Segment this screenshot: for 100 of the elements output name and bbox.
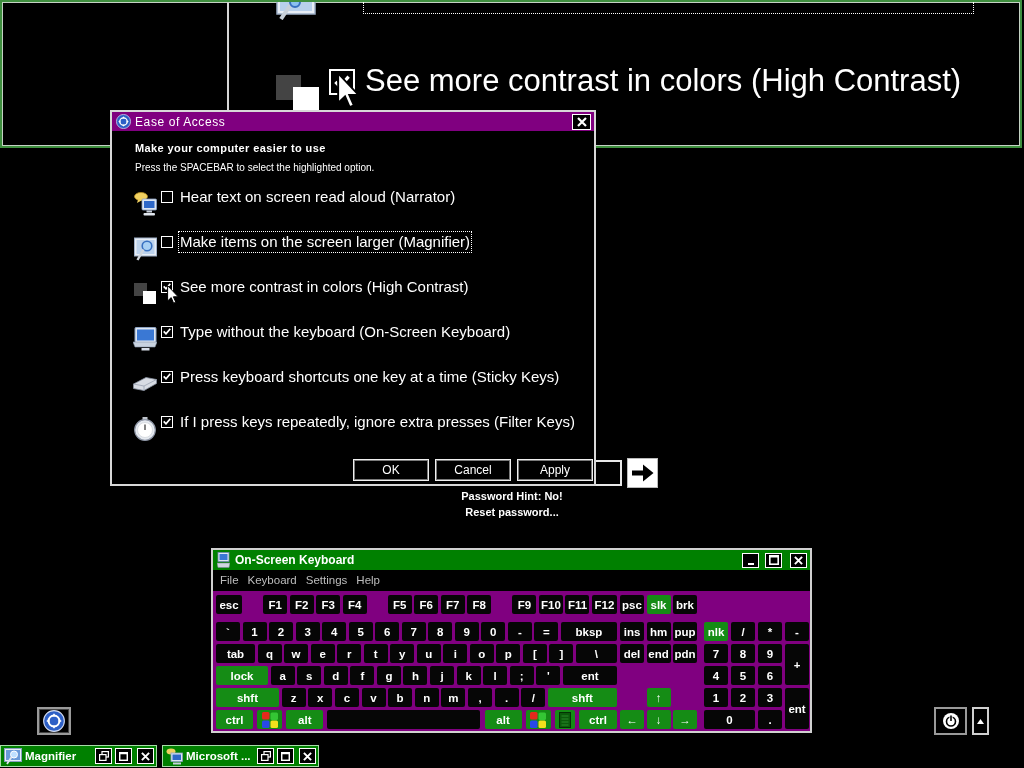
key[interactable]: t (363, 644, 388, 663)
key[interactable]: m (441, 688, 466, 707)
key[interactable]: bksp (560, 622, 617, 641)
maximize-button[interactable] (277, 748, 294, 764)
key[interactable]: F2 (289, 595, 314, 614)
close-button[interactable] (299, 748, 316, 764)
key[interactable]: ] (549, 644, 574, 663)
key[interactable]: F10 (538, 595, 563, 614)
key[interactable]: - (507, 622, 532, 641)
minimize-button[interactable] (742, 552, 759, 568)
checkbox[interactable] (161, 235, 173, 248)
key[interactable]: del (620, 644, 644, 663)
restore-button[interactable] (257, 748, 274, 764)
key[interactable]: q (257, 644, 282, 663)
checkbox[interactable] (161, 325, 173, 338)
key[interactable]: 3 (758, 688, 782, 707)
key[interactable]: F4 (342, 595, 367, 614)
key[interactable]: F1 (263, 595, 288, 614)
key[interactable]: tab (216, 644, 255, 663)
key[interactable]: u (416, 644, 441, 663)
power-button[interactable] (934, 707, 967, 735)
key[interactable]: 6 (375, 622, 400, 641)
dialog-button[interactable]: Cancel (435, 459, 511, 481)
submit-arrow-button[interactable] (627, 458, 658, 488)
option-label[interactable]: Hear text on screen read aloud (Narrator) (178, 185, 458, 208)
key[interactable]: esc (216, 595, 242, 614)
key[interactable]: 8 (428, 622, 453, 641)
key[interactable]: \ (575, 644, 617, 663)
taskbar-button[interactable]: Microsoft ... (162, 745, 319, 767)
option-label[interactable]: See more contrast in colors (High Contrast) (178, 275, 471, 298)
key[interactable]: brk (673, 595, 697, 614)
key[interactable]: slk (646, 595, 671, 614)
key[interactable]: F12 (591, 595, 617, 614)
restore-button[interactable] (95, 748, 112, 764)
checkbox[interactable] (161, 190, 173, 203)
key[interactable]: r (337, 644, 362, 663)
key[interactable]: a (270, 666, 295, 685)
key[interactable]: v (361, 688, 386, 707)
key[interactable]: 2 (731, 688, 755, 707)
key[interactable]: p (496, 644, 521, 663)
taskbar-button[interactable]: Magnifier (0, 745, 157, 767)
close-button[interactable] (137, 748, 154, 764)
key[interactable]: / (731, 622, 755, 641)
menu-item[interactable]: File (220, 574, 239, 586)
key[interactable]: h (403, 666, 428, 685)
key[interactable]: 7 (704, 644, 728, 663)
maximize-button[interactable] (765, 552, 782, 568)
dialog-button[interactable]: Apply (517, 459, 593, 481)
checkbox[interactable] (161, 415, 173, 428)
option-label[interactable]: Make items on the screen larger (Magnifier) (178, 230, 473, 253)
key[interactable]: x (308, 688, 333, 707)
key[interactable]: ent (562, 666, 617, 685)
key[interactable]: 0 (481, 622, 506, 641)
key[interactable]: ← (620, 710, 644, 729)
key[interactable]: 9 (758, 644, 782, 663)
key[interactable]: s (297, 666, 322, 685)
key[interactable]: ↑ (646, 688, 671, 707)
key[interactable]: 2 (269, 622, 294, 641)
key[interactable]: b (388, 688, 413, 707)
key[interactable] (257, 710, 283, 729)
key[interactable]: 5 (348, 622, 373, 641)
key[interactable]: ctrl (216, 710, 253, 729)
key[interactable]: * (758, 622, 782, 641)
key[interactable]: j (430, 666, 455, 685)
key[interactable]: i (443, 644, 468, 663)
key[interactable]: ctrl (579, 710, 617, 729)
key[interactable]: nlk (704, 622, 728, 641)
dialog-button[interactable]: OK (353, 459, 429, 481)
key[interactable]: n (414, 688, 439, 707)
power-options-button[interactable] (972, 707, 989, 735)
key[interactable]: shft (547, 688, 617, 707)
key[interactable]: psc (620, 595, 644, 614)
key[interactable]: c (334, 688, 359, 707)
key[interactable]: pdn (673, 644, 697, 663)
key[interactable]: d (323, 666, 348, 685)
key[interactable]: . (758, 710, 782, 729)
option-label[interactable]: If I press keys repeatedly, ignore extra presses (Filter Keys) (178, 410, 577, 433)
key[interactable]: F7 (440, 595, 465, 614)
key[interactable]: 5 (731, 666, 755, 685)
key[interactable]: f (350, 666, 375, 685)
key[interactable]: + (785, 644, 809, 685)
option-label[interactable]: Press keyboard shortcuts one key at a time (Sticky Keys) (178, 365, 562, 388)
maximize-button[interactable] (115, 748, 132, 764)
key[interactable]: end (646, 644, 671, 663)
key[interactable]: k (456, 666, 481, 685)
key[interactable]: z (281, 688, 306, 707)
key[interactable]: ' (536, 666, 561, 685)
reset-password-link[interactable]: Reset password... (465, 504, 559, 520)
key[interactable]: l (483, 666, 508, 685)
key[interactable]: 0 (704, 710, 755, 729)
key[interactable]: 9 (454, 622, 479, 641)
key[interactable]: 3 (295, 622, 320, 641)
key[interactable]: F8 (467, 595, 492, 614)
key[interactable]: e (310, 644, 335, 663)
key[interactable]: ent (785, 688, 809, 729)
key[interactable]: hm (646, 622, 671, 641)
key[interactable]: lock (216, 666, 268, 685)
key[interactable]: 1 (242, 622, 267, 641)
key[interactable]: 4 (704, 666, 728, 685)
key[interactable]: g (376, 666, 401, 685)
